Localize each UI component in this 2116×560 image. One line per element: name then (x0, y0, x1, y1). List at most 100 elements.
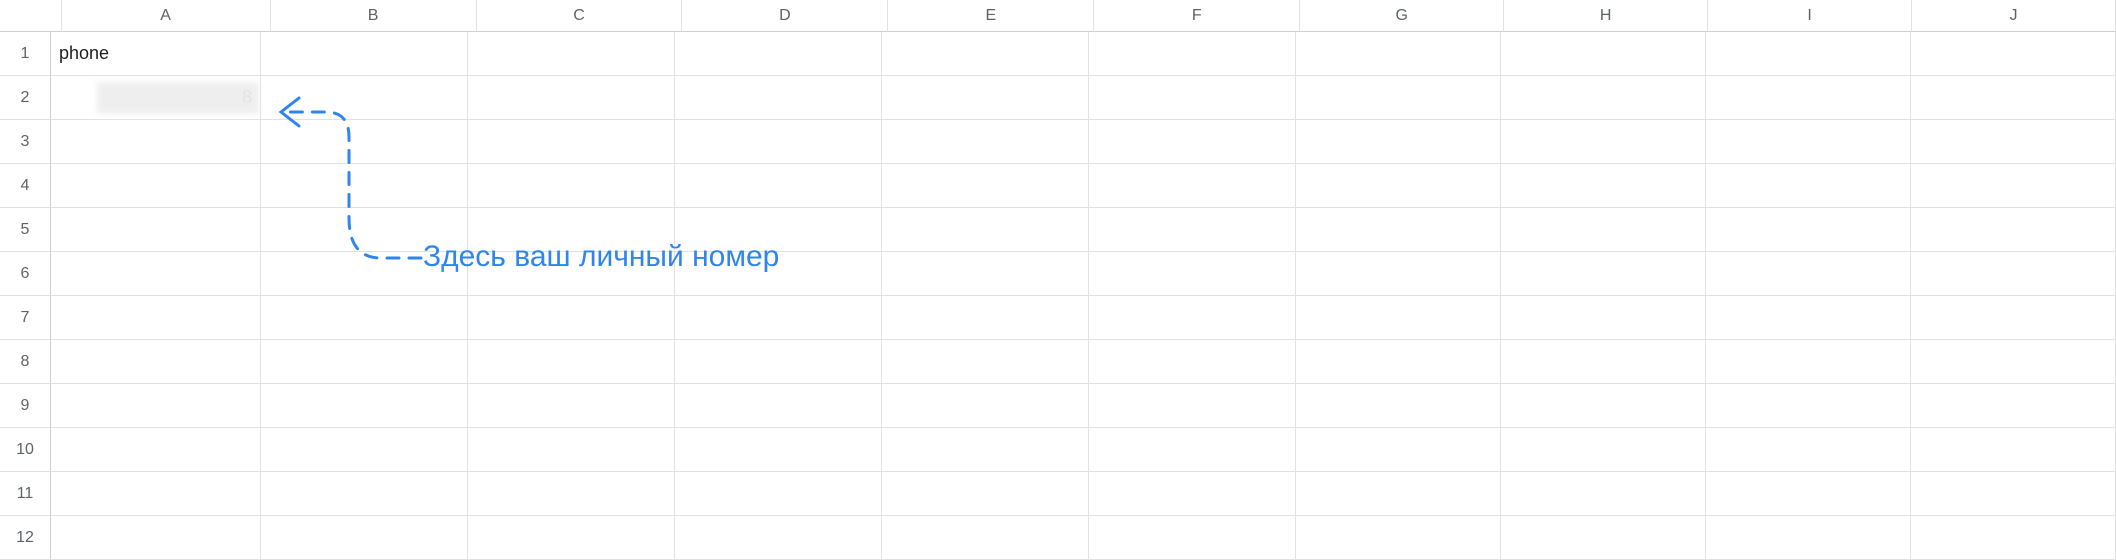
cell-J11[interactable] (1911, 472, 2116, 516)
column-header-H[interactable]: H (1504, 0, 1708, 32)
select-all-corner[interactable] (0, 0, 62, 32)
cell-D11[interactable] (675, 472, 882, 516)
cell-G12[interactable] (1296, 516, 1501, 560)
cell-E9[interactable] (882, 384, 1089, 428)
cell-D1[interactable] (675, 32, 882, 76)
cell-I10[interactable] (1706, 428, 1911, 472)
cell-H3[interactable] (1501, 120, 1706, 164)
cell-C12[interactable] (468, 516, 675, 560)
cell-H8[interactable] (1501, 340, 1706, 384)
column-header-C[interactable]: C (477, 0, 683, 32)
cell-D12[interactable] (675, 516, 882, 560)
cell-C4[interactable] (468, 164, 675, 208)
cell-G7[interactable] (1296, 296, 1501, 340)
cell-B2[interactable] (261, 76, 468, 120)
cell-H12[interactable] (1501, 516, 1706, 560)
cell-G1[interactable] (1296, 32, 1501, 76)
cell-E5[interactable] (882, 208, 1089, 252)
cell-E4[interactable] (882, 164, 1089, 208)
cell-A11[interactable] (51, 472, 261, 516)
column-header-D[interactable]: D (682, 0, 888, 32)
cell-G6[interactable] (1296, 252, 1501, 296)
cell-E3[interactable] (882, 120, 1089, 164)
row-header-8[interactable]: 8 (0, 340, 51, 384)
cell-E1[interactable] (882, 32, 1089, 76)
cell-H4[interactable] (1501, 164, 1706, 208)
cell-B7[interactable] (261, 296, 468, 340)
cell-J1[interactable] (1911, 32, 2116, 76)
cell-J8[interactable] (1911, 340, 2116, 384)
row-header-11[interactable]: 11 (0, 472, 51, 516)
cell-C10[interactable] (468, 428, 675, 472)
cell-D9[interactable] (675, 384, 882, 428)
cell-F9[interactable] (1089, 384, 1296, 428)
cell-C8[interactable] (468, 340, 675, 384)
cell-B4[interactable] (261, 164, 468, 208)
row-header-4[interactable]: 4 (0, 164, 51, 208)
cell-B11[interactable] (261, 472, 468, 516)
cell-G3[interactable] (1296, 120, 1501, 164)
cell-B10[interactable] (261, 428, 468, 472)
cell-J5[interactable] (1911, 208, 2116, 252)
cell-I6[interactable] (1706, 252, 1911, 296)
cell-I2[interactable] (1706, 76, 1911, 120)
cell-C6[interactable] (468, 252, 675, 296)
cell-B5[interactable] (261, 208, 468, 252)
cell-D3[interactable] (675, 120, 882, 164)
cell-C1[interactable] (468, 32, 675, 76)
cell-F8[interactable] (1089, 340, 1296, 384)
cell-C11[interactable] (468, 472, 675, 516)
column-header-G[interactable]: G (1300, 0, 1504, 32)
cell-I8[interactable] (1706, 340, 1911, 384)
cell-C5[interactable] (468, 208, 675, 252)
cell-B6[interactable] (261, 252, 468, 296)
cell-H11[interactable] (1501, 472, 1706, 516)
cell-F5[interactable] (1089, 208, 1296, 252)
row-header-1[interactable]: 1 (0, 32, 51, 76)
row-header-5[interactable]: 5 (0, 208, 51, 252)
cell-I3[interactable] (1706, 120, 1911, 164)
column-header-I[interactable]: I (1708, 0, 1912, 32)
cell-A3[interactable] (51, 120, 261, 164)
cell-E10[interactable] (882, 428, 1089, 472)
column-header-A[interactable]: A (62, 0, 271, 32)
cell-J7[interactable] (1911, 296, 2116, 340)
column-header-J[interactable]: J (1912, 0, 2116, 32)
cell-F1[interactable] (1089, 32, 1296, 76)
cell-J3[interactable] (1911, 120, 2116, 164)
cell-G8[interactable] (1296, 340, 1501, 384)
column-header-E[interactable]: E (888, 0, 1094, 32)
cell-I7[interactable] (1706, 296, 1911, 340)
column-header-B[interactable]: B (271, 0, 477, 32)
row-header-12[interactable]: 12 (0, 516, 51, 560)
cell-A1[interactable]: phone (51, 32, 261, 76)
cell-B3[interactable] (261, 120, 468, 164)
cell-F2[interactable] (1089, 76, 1296, 120)
cell-A5[interactable] (51, 208, 261, 252)
row-header-7[interactable]: 7 (0, 296, 51, 340)
cell-E12[interactable] (882, 516, 1089, 560)
cell-I4[interactable] (1706, 164, 1911, 208)
cell-C3[interactable] (468, 120, 675, 164)
cell-H9[interactable] (1501, 384, 1706, 428)
cell-B1[interactable] (261, 32, 468, 76)
cell-F4[interactable] (1089, 164, 1296, 208)
cell-F10[interactable] (1089, 428, 1296, 472)
column-header-F[interactable]: F (1094, 0, 1300, 32)
cell-J10[interactable] (1911, 428, 2116, 472)
cell-D5[interactable] (675, 208, 882, 252)
cell-C9[interactable] (468, 384, 675, 428)
cell-I5[interactable] (1706, 208, 1911, 252)
cell-I12[interactable] (1706, 516, 1911, 560)
cell-J4[interactable] (1911, 164, 2116, 208)
cell-D2[interactable] (675, 76, 882, 120)
row-header-2[interactable]: 2 (0, 76, 51, 120)
cell-E2[interactable] (882, 76, 1089, 120)
cell-G11[interactable] (1296, 472, 1501, 516)
row-header-6[interactable]: 6 (0, 252, 51, 296)
cell-D10[interactable] (675, 428, 882, 472)
cell-A4[interactable] (51, 164, 261, 208)
cell-D8[interactable] (675, 340, 882, 384)
cell-I9[interactable] (1706, 384, 1911, 428)
cell-D7[interactable] (675, 296, 882, 340)
